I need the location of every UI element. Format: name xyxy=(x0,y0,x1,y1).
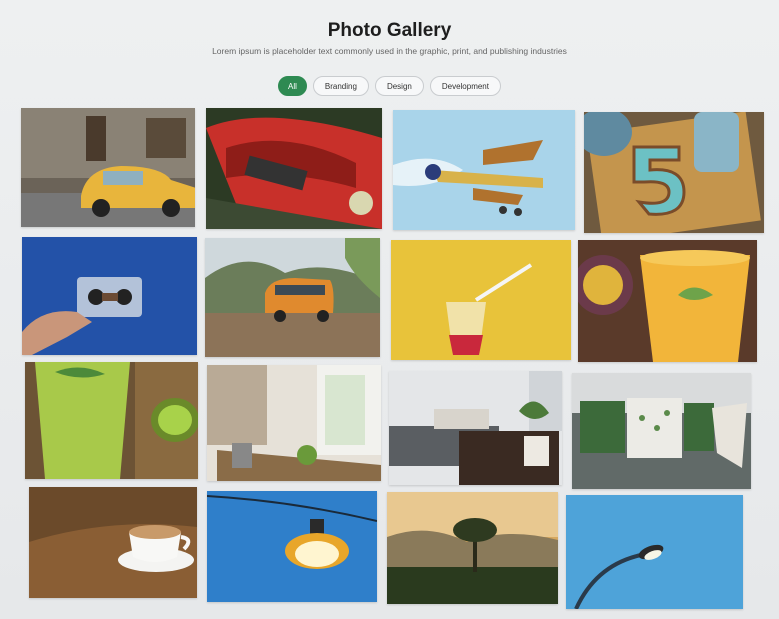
photo-dining-room[interactable] xyxy=(207,365,381,481)
filter-branding-button[interactable]: Branding xyxy=(312,76,369,96)
photo-biplane[interactable] xyxy=(393,110,575,230)
photo-red-mustang[interactable] xyxy=(206,108,382,229)
photo-kiwi-smoothie[interactable] xyxy=(25,362,198,479)
page-title: Photo Gallery xyxy=(327,20,452,41)
photo-drink-with-straw[interactable] xyxy=(391,240,571,360)
filter-development-button[interactable]: Development xyxy=(429,76,501,96)
photo-street-lamp[interactable] xyxy=(566,495,743,609)
filter-all-button[interactable]: All xyxy=(278,76,307,96)
filter-design-button[interactable]: Design xyxy=(374,76,424,96)
filter-bar: All Branding Design Development xyxy=(0,76,779,96)
photo-orange-van[interactable] xyxy=(205,238,380,357)
page-subtitle: Lorem ipsum is placeholder text commonly… xyxy=(212,46,567,56)
photo-passion-fruit-juice[interactable] xyxy=(578,240,757,362)
photo-sofa-with-cushions[interactable] xyxy=(572,373,751,489)
photo-cookie-number-five[interactable] xyxy=(584,112,764,233)
gallery-page: Photo Gallery Lorem ipsum is placeholder… xyxy=(0,0,779,619)
photo-coffee-cup[interactable] xyxy=(29,487,197,598)
photo-tree-sunrise[interactable] xyxy=(387,492,558,604)
photo-cassette-tape[interactable] xyxy=(22,237,197,355)
photo-living-room-sofa[interactable] xyxy=(389,371,562,485)
photo-hanging-bulb[interactable] xyxy=(207,491,377,602)
photo-yellow-vintage-car[interactable] xyxy=(21,108,195,227)
